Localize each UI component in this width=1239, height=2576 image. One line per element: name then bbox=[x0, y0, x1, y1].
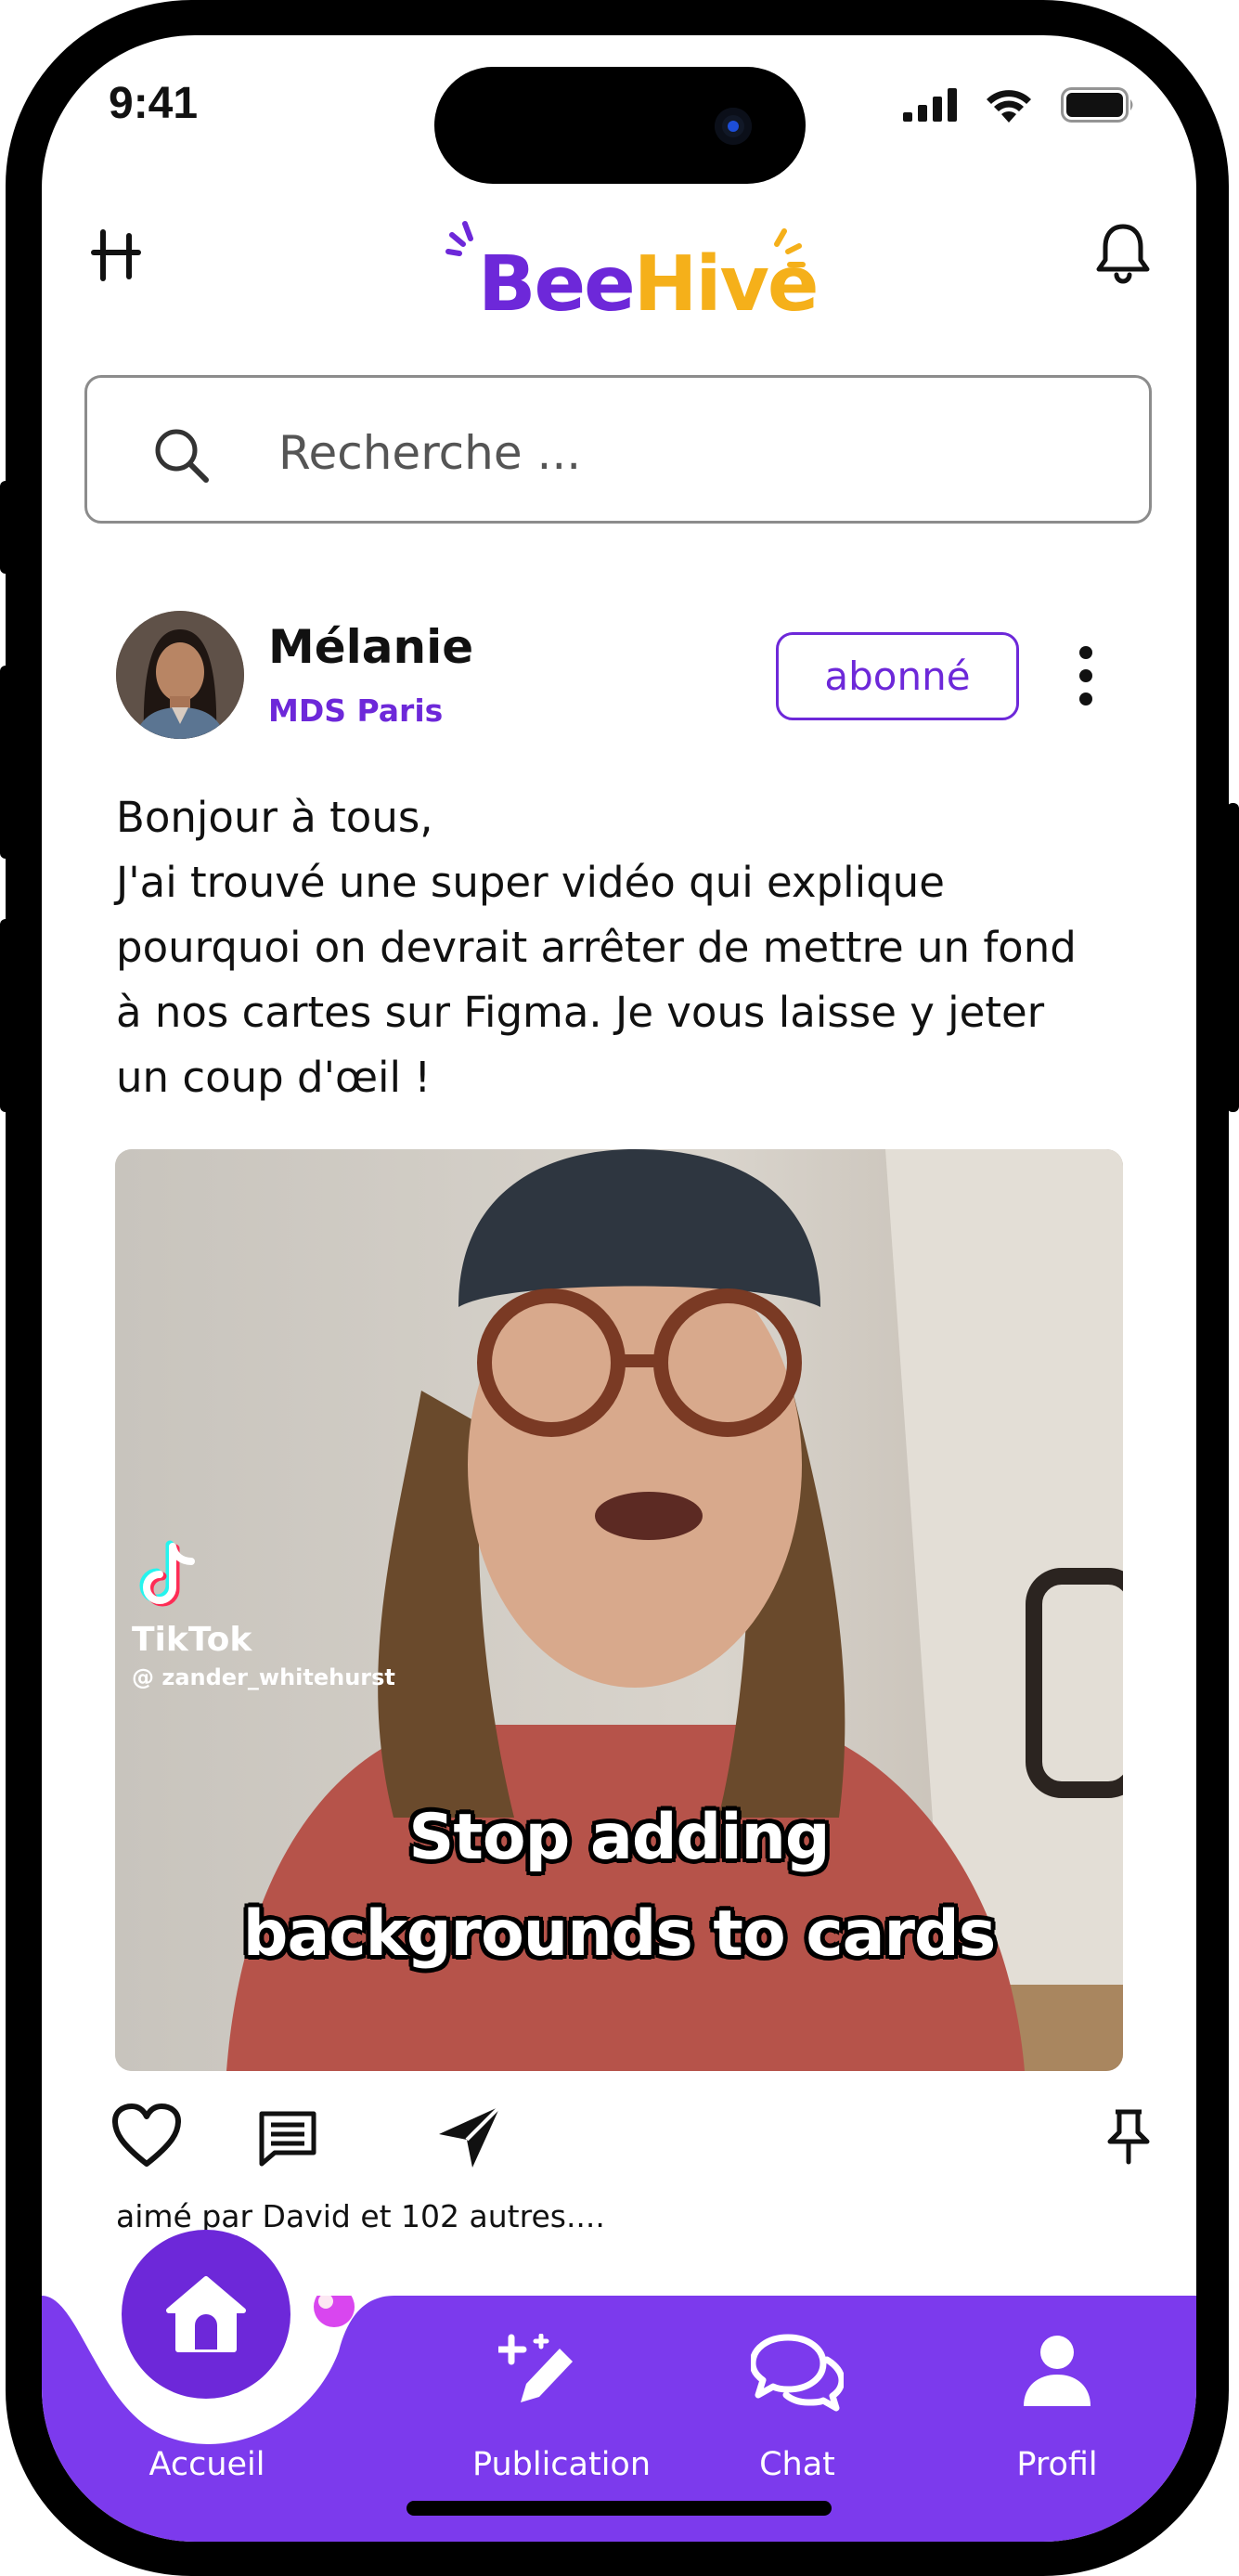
status-time: 9:41 bbox=[109, 79, 199, 128]
side-button-action bbox=[0, 481, 11, 574]
more-options-icon[interactable] bbox=[1072, 643, 1100, 708]
logo-hive: Hive bbox=[633, 240, 820, 329]
tiktok-icon bbox=[139, 1540, 195, 1607]
search-icon bbox=[155, 429, 209, 483]
side-button-power bbox=[1227, 803, 1239, 1112]
nav-label-profil[interactable]: Profil bbox=[992, 2446, 1122, 2483]
home-indicator bbox=[407, 2501, 832, 2516]
filter-settings-icon[interactable] bbox=[86, 219, 146, 286]
post-video[interactable]: TikTok @ zander_whitehurst Stop adding b… bbox=[115, 1149, 1123, 2071]
post-text-line: un coup d'œil ! bbox=[116, 1053, 432, 1102]
logo-bee: Bee bbox=[478, 240, 636, 329]
post-actions bbox=[111, 2103, 1150, 2177]
avatar-image bbox=[116, 611, 244, 739]
caption-line: backgrounds to cards bbox=[242, 1897, 996, 1971]
nav-label-publication[interactable]: Publication bbox=[450, 2446, 673, 2483]
comment-icon[interactable] bbox=[258, 2110, 317, 2168]
search-bar[interactable] bbox=[84, 375, 1152, 524]
home-icon bbox=[166, 2276, 246, 2352]
post-text-line: J'ai trouvé une super vidéo qui explique bbox=[116, 858, 945, 907]
post-text-line: à nos cartes sur Figma. Je vous laisse y… bbox=[116, 988, 1045, 1037]
tiktok-brand: TikTok bbox=[132, 1621, 252, 1659]
author-school: MDS Paris bbox=[268, 693, 444, 729]
post-text: Bonjour à tous, J'ai trouvé une super vi… bbox=[116, 785, 1155, 1110]
bell-icon[interactable] bbox=[1094, 221, 1152, 286]
pin-icon[interactable] bbox=[1106, 2108, 1151, 2166]
edit-sparkle-icon[interactable] bbox=[498, 2334, 580, 2408]
tiktok-handle: @ zander_whitehurst bbox=[132, 1664, 395, 1690]
post-text-line: pourquoi on devrait arrêter de mettre un… bbox=[116, 923, 1077, 972]
like-heart-icon[interactable] bbox=[111, 2103, 182, 2169]
screen: 9:41 BeeHive Recherche ... Mélanie MDS P… bbox=[42, 35, 1196, 2542]
dynamic-island bbox=[434, 67, 806, 184]
tiktok-watermark: TikTok @ zander_whitehurst bbox=[132, 1539, 395, 1690]
nav-label-accueil[interactable]: Accueil bbox=[123, 2446, 290, 2483]
likes-text[interactable]: aimé par David et 102 autres.... bbox=[116, 2198, 605, 2234]
nav-label-chat[interactable]: Chat bbox=[732, 2446, 862, 2483]
logo-text: BeeHive bbox=[478, 240, 820, 329]
status-icons bbox=[903, 87, 1135, 123]
side-button-volume-down bbox=[0, 919, 11, 1112]
battery-icon bbox=[1061, 87, 1133, 123]
share-send-icon[interactable] bbox=[435, 2103, 504, 2169]
search-input[interactable] bbox=[277, 415, 1078, 491]
post-text-line: Bonjour à tous, bbox=[116, 793, 433, 842]
user-icon[interactable] bbox=[1020, 2334, 1094, 2408]
caption-line: Stop adding bbox=[408, 1801, 830, 1874]
nav-home-button[interactable] bbox=[122, 2230, 290, 2399]
follow-button[interactable]: abonné bbox=[776, 632, 1019, 720]
side-button-volume-up bbox=[0, 666, 11, 859]
avatar[interactable] bbox=[116, 611, 244, 739]
author-name[interactable]: Mélanie bbox=[268, 620, 473, 674]
beehive-logo: BeeHive bbox=[432, 214, 821, 335]
chat-bubbles-icon[interactable] bbox=[751, 2332, 844, 2412]
video-caption: Stop adding backgrounds to cards bbox=[115, 1790, 1123, 1983]
wifi-icon bbox=[987, 90, 1031, 123]
camera-icon bbox=[715, 108, 752, 145]
signal-icon bbox=[903, 88, 957, 122]
